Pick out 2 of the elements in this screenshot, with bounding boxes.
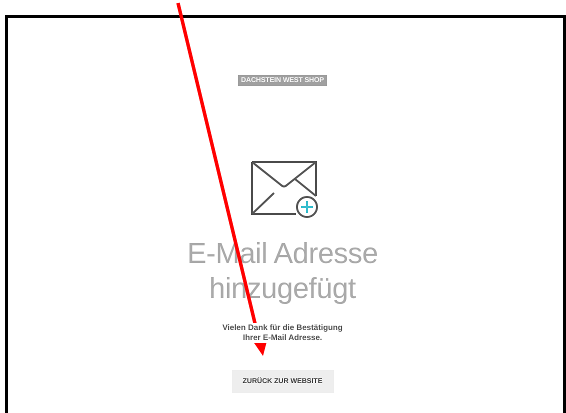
envelope-add-icon — [250, 161, 318, 219]
confirmation-message: Vielen Dank für die Bestätigung Ihrer E-Mail Adresse. — [220, 323, 345, 343]
